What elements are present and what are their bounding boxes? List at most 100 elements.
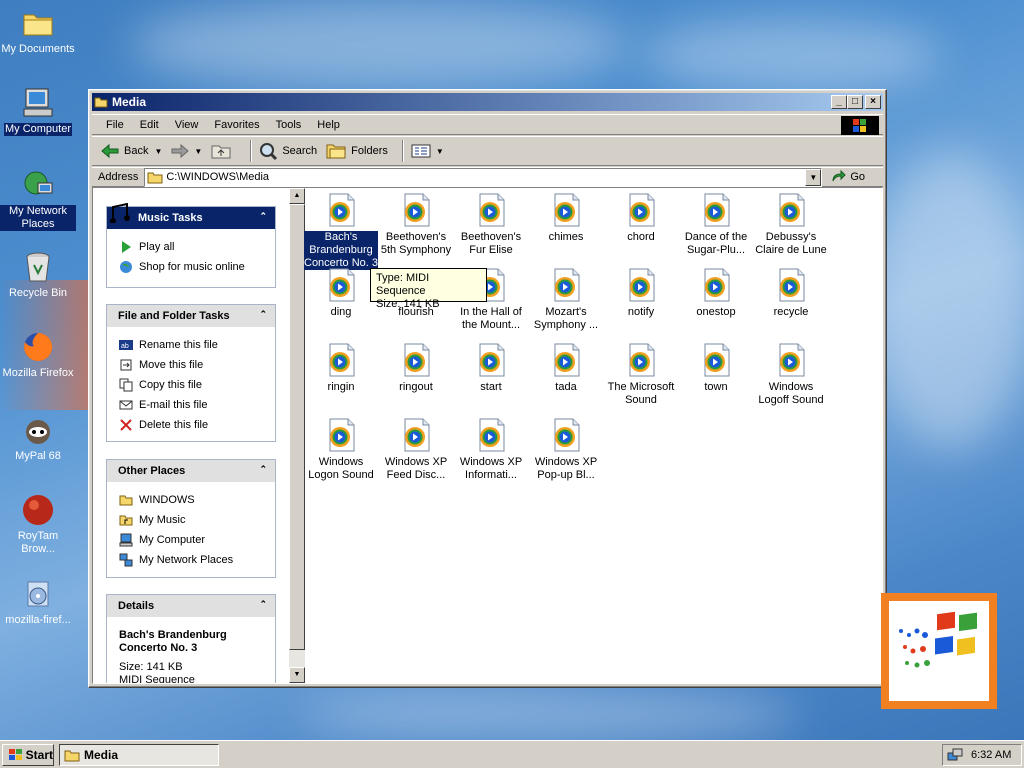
search-button[interactable]: Search: [258, 141, 317, 161]
details-header[interactable]: Details ⌃: [107, 595, 275, 617]
forward-button[interactable]: ▼: [170, 142, 202, 160]
windows-throbber: [841, 116, 879, 135]
desktop-icon-label: Recycle Bin: [8, 287, 68, 299]
collapse-icon[interactable]: ⌃: [259, 599, 267, 610]
address-dropdown-button[interactable]: ▼: [805, 168, 822, 186]
file-item[interactable]: Beethoven's 5th Symphony: [379, 193, 453, 257]
rename-icon: ab: [119, 340, 133, 350]
go-arrow-icon: [832, 170, 847, 182]
other-places-header[interactable]: Other Places ⌃: [107, 460, 275, 482]
network-tray-icon[interactable]: [947, 747, 963, 763]
menu-edit[interactable]: Edit: [132, 119, 167, 131]
folders-button[interactable]: Folders: [325, 142, 388, 160]
file-item[interactable]: recycle: [754, 268, 828, 319]
file-item[interactable]: notify: [604, 268, 678, 319]
maximize-button[interactable]: □: [847, 95, 863, 109]
scroll-thumb[interactable]: [289, 204, 305, 650]
file-item[interactable]: ringin: [304, 343, 378, 394]
scroll-down-button[interactable]: ▼: [289, 667, 305, 683]
desktop-icon-label: MyPal 68: [15, 450, 61, 462]
task-pane-scrollbar[interactable]: ▲ ▼: [289, 188, 305, 683]
file-item[interactable]: chord: [604, 193, 678, 244]
copy-icon: [119, 378, 133, 392]
file-item[interactable]: Windows Logoff Sound: [754, 343, 828, 407]
music-tasks-header[interactable]: Music Tasks ⌃: [107, 203, 275, 229]
file-item[interactable]: Windows XP Pop-up Bl...: [529, 418, 603, 482]
desktop-icon-mozilla-installer[interactable]: mozilla-firef...: [0, 577, 76, 627]
menu-file[interactable]: File: [98, 119, 132, 131]
place-my-computer-link[interactable]: My Computer: [119, 530, 275, 550]
desktop-icon-recycle-bin[interactable]: Recycle Bin: [0, 250, 76, 300]
start-button[interactable]: Start: [2, 744, 54, 766]
shop-music-link[interactable]: Shop for music online: [119, 257, 275, 277]
play-all-link[interactable]: Play all: [119, 237, 275, 257]
file-item[interactable]: Windows XP Feed Disc...: [379, 418, 453, 482]
email-file-link[interactable]: E-mail this file: [119, 395, 275, 415]
details-file-name: Bach's Brandenburg Concerto No. 3: [119, 629, 227, 654]
window-titlebar[interactable]: Media _ □ ×: [92, 93, 883, 111]
collapse-icon[interactable]: ⌃: [259, 309, 267, 320]
file-label: chimes: [548, 231, 584, 243]
collapse-icon[interactable]: ⌃: [259, 464, 267, 475]
desktop-icon-my-documents[interactable]: My Documents: [0, 6, 76, 56]
file-item[interactable]: onestop: [679, 268, 753, 319]
file-item[interactable]: chimes: [529, 193, 603, 244]
file-item[interactable]: Windows XP Informati...: [454, 418, 528, 482]
place-network-link[interactable]: My Network Places: [119, 550, 275, 570]
views-icon: [411, 144, 431, 158]
clock[interactable]: 6:32 AM: [971, 749, 1011, 761]
desktop-icon-roytam-browser[interactable]: RoyTam Brow...: [0, 493, 76, 556]
file-item[interactable]: Windows Logon Sound: [304, 418, 378, 482]
address-input[interactable]: C:\WINDOWS\Media ▼: [144, 167, 823, 187]
place-my-music-link[interactable]: My Music: [119, 510, 275, 530]
mypal-icon: [21, 413, 55, 447]
file-label: Windows XP Pop-up Bl...: [534, 456, 598, 481]
file-label: The Microsoft Sound: [607, 381, 675, 406]
file-item[interactable]: The Microsoft Sound: [604, 343, 678, 407]
taskbar-button-media[interactable]: Media: [59, 744, 219, 766]
menu-view[interactable]: View: [167, 119, 207, 131]
place-windows-link[interactable]: WINDOWS: [119, 490, 275, 510]
menu-favorites[interactable]: Favorites: [206, 119, 267, 131]
menu-tools[interactable]: Tools: [268, 119, 310, 131]
views-button[interactable]: ▼: [410, 143, 444, 159]
file-label: Windows XP Feed Disc...: [384, 456, 448, 481]
file-item[interactable]: town: [679, 343, 753, 394]
installer-icon: [21, 577, 55, 611]
copy-file-link[interactable]: Copy this file: [119, 375, 275, 395]
file-item[interactable]: ringout: [379, 343, 453, 394]
computer-icon: [21, 86, 55, 120]
music-tasks-panel: Music Tasks ⌃ Play all Shop for music onl…: [106, 203, 276, 288]
desktop-icon-mozilla-firefox[interactable]: Mozilla Firefox: [0, 330, 76, 380]
minimize-button[interactable]: _: [831, 95, 847, 109]
media-file-icon: [399, 343, 433, 377]
menu-help[interactable]: Help: [309, 119, 348, 131]
desktop-icon-my-computer[interactable]: My Computer: [0, 86, 76, 136]
go-button[interactable]: Go: [830, 170, 865, 184]
desktop-icon-mypal-68[interactable]: MyPal 68: [0, 413, 76, 463]
close-button[interactable]: ×: [865, 95, 881, 109]
file-label: Beethoven's Fur Elise: [460, 231, 522, 256]
file-item[interactable]: Debussy's Claire de Lune: [754, 193, 828, 257]
file-item[interactable]: ding: [304, 268, 378, 319]
file-label: Windows XP Informati...: [459, 456, 523, 481]
file-item[interactable]: Bach's Brandenburg Concerto No. 3: [304, 193, 378, 270]
file-label: Windows Logoff Sound: [758, 381, 824, 406]
file-item[interactable]: start: [454, 343, 528, 394]
file-item[interactable]: Dance of the Sugar-Plu...: [679, 193, 753, 257]
file-item[interactable]: Beethoven's Fur Elise: [454, 193, 528, 257]
back-button[interactable]: Back ▼: [100, 142, 162, 160]
desktop-icon-my-network-places[interactable]: My Network Places: [0, 168, 76, 231]
rename-file-link[interactable]: ab Rename this file: [119, 335, 275, 355]
folder-icon: [119, 495, 133, 506]
file-item[interactable]: Mozart's Symphony ...: [529, 268, 603, 332]
up-folder-button[interactable]: [210, 142, 236, 160]
desktop-icon-label: My Network Places: [0, 205, 76, 231]
delete-file-link[interactable]: Delete this file: [119, 415, 275, 435]
collapse-icon[interactable]: ⌃: [259, 211, 267, 222]
file-item[interactable]: tada: [529, 343, 603, 394]
scroll-up-button[interactable]: ▲: [289, 188, 305, 204]
move-file-link[interactable]: Move this file: [119, 355, 275, 375]
folders-icon: [326, 144, 346, 159]
file-folder-tasks-header[interactable]: File and Folder Tasks ⌃: [107, 305, 275, 327]
